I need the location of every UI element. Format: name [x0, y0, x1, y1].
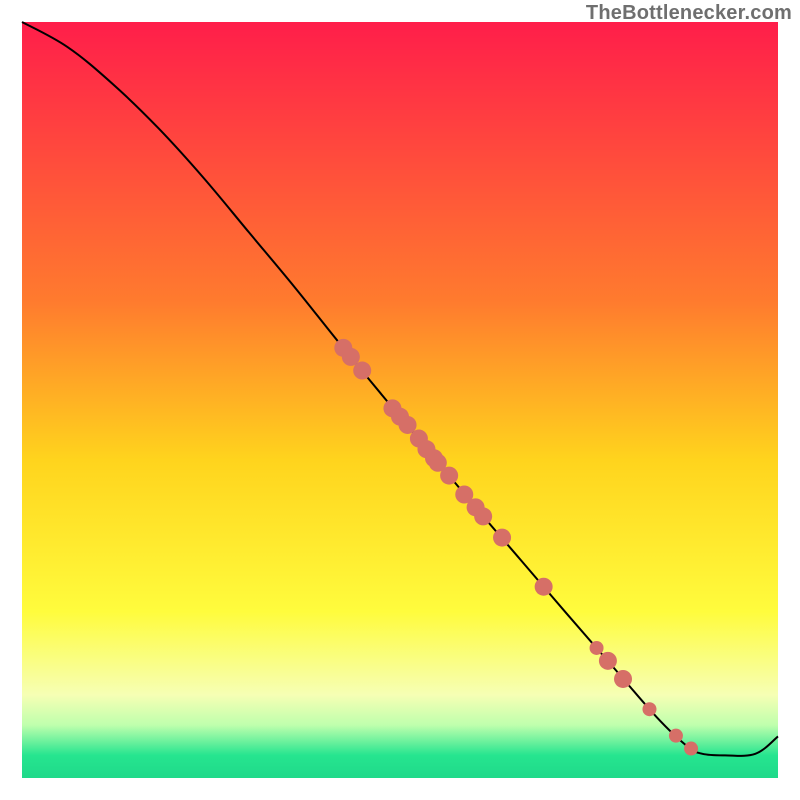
chart-background [22, 22, 778, 778]
data-point [684, 742, 698, 756]
data-point [642, 702, 656, 716]
attribution-label: TheBottlenecker.com [586, 2, 792, 25]
data-point [614, 670, 632, 688]
data-point [590, 641, 604, 655]
chart-canvas [0, 0, 800, 800]
data-point [669, 729, 683, 743]
data-point [493, 529, 511, 547]
data-point [353, 362, 371, 380]
bottleneck-chart: TheBottlenecker.com [0, 0, 800, 800]
data-point [474, 507, 492, 525]
data-point [599, 652, 617, 670]
data-point [440, 467, 458, 485]
data-point [535, 578, 553, 596]
